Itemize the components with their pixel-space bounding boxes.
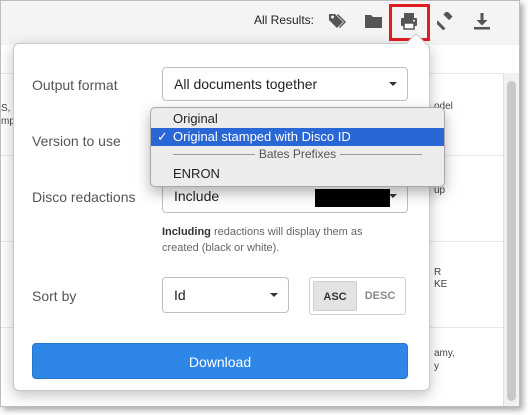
disco-redactions-label: Disco redactions <box>32 189 136 205</box>
sort-by-select[interactable]: Id <box>162 277 289 313</box>
sort-by-value: Id <box>174 287 186 303</box>
list-item-fragment: S, <box>1 103 11 114</box>
chevron-down-icon <box>270 293 278 297</box>
app-window: All Results: S, mp odel up R KE amy, y O… <box>0 0 520 407</box>
output-format-select[interactable]: All documents together <box>162 67 408 101</box>
download-button[interactable]: Download <box>32 343 408 379</box>
option-label: Original stamped with Disco ID <box>173 129 351 144</box>
version-dropdown-menu: Original ✓ Original stamped with Disco I… <box>150 107 445 187</box>
tag-icon[interactable] <box>326 9 350 33</box>
divider <box>173 154 255 155</box>
sort-desc-button[interactable]: DESC <box>358 281 402 311</box>
list-item-fragment: KE <box>434 279 448 290</box>
chevron-down-icon <box>389 194 397 198</box>
divider <box>340 154 422 155</box>
hint-bold-text: Including <box>162 226 211 238</box>
sort-asc-button[interactable]: ASC <box>313 281 357 311</box>
version-option-original[interactable]: Original <box>151 110 444 128</box>
checkmark-icon: ✓ <box>157 129 168 144</box>
version-to-use-label: Version to use <box>32 133 121 149</box>
list-item-fragment: y <box>434 361 439 372</box>
all-results-label: All Results: <box>254 13 315 27</box>
redactions-hint: Including redactions will display them a… <box>162 224 402 256</box>
option-label: Original <box>173 111 218 126</box>
folder-icon[interactable] <box>361 9 385 33</box>
output-format-label: Output format <box>32 77 118 93</box>
version-option-original-stamped[interactable]: ✓ Original stamped with Disco ID <box>151 128 444 146</box>
results-toolbar: All Results: <box>1 1 519 45</box>
chevron-down-icon <box>389 82 397 86</box>
scrollbar[interactable] <box>503 73 519 406</box>
group-label: Bates Prefixes <box>258 147 337 161</box>
print-highlight-box <box>389 4 430 41</box>
list-item-fragment: R <box>434 267 442 278</box>
sort-direction-toggle: ASC DESC <box>309 277 406 315</box>
redaction-block <box>315 189 390 207</box>
disco-redactions-value: Include <box>174 188 220 204</box>
list-item-fragment: amy, <box>434 348 455 359</box>
option-label: ENRON <box>173 166 220 181</box>
output-format-value: All documents together <box>174 76 318 92</box>
bates-prefixes-group-header: Bates Prefixes <box>151 145 444 163</box>
sort-by-label: Sort by <box>32 288 77 304</box>
scrollbar-thumb[interactable] <box>507 81 516 401</box>
download-icon[interactable] <box>470 9 494 33</box>
gavel-icon[interactable] <box>434 9 458 33</box>
version-option-enron[interactable]: ENRON <box>151 165 444 183</box>
